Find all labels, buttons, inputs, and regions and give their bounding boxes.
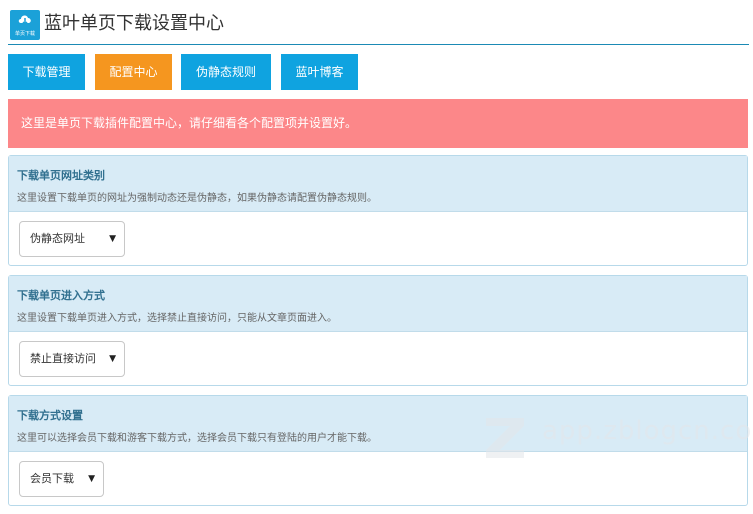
tab-rewrite-rules[interactable]: 伪静态规则 <box>181 54 271 90</box>
panel-header: 下载方式设置 这里可以选择会员下载和游客下载方式，选择会员下载只有登陆的用户才能… <box>9 396 747 452</box>
panel-description: 这里设置下载单页的网址为强制动态还是伪静态，如果伪静态请配置伪静态规则。 <box>17 193 377 204</box>
panel-title: 下载单页进入方式 <box>17 289 105 302</box>
select-value: 禁止直接访问 <box>30 352 96 365</box>
tab-blog[interactable]: 蓝叶博客 <box>281 54 358 90</box>
panel-entry-mode: 下载单页进入方式 这里设置下载单页进入方式，选择禁止直接访问，只能从文章页面进入… <box>8 275 748 386</box>
panel-title: 下载单页网址类别 <box>17 169 105 182</box>
select-value: 会员下载 <box>30 472 74 485</box>
select-value: 伪静态网址 <box>30 232 85 245</box>
caret-down-icon: ▼ <box>88 474 95 484</box>
caret-down-icon: ▼ <box>109 354 116 364</box>
caret-down-icon: ▼ <box>109 234 116 244</box>
info-alert: 这里是单页下载插件配置中心，请仔细看各个配置项并设置好。 <box>8 99 748 148</box>
panel-description: 这里可以选择会员下载和游客下载方式，选择会员下载只有登陆的用户才能下载。 <box>17 433 377 444</box>
logo-text: 单页下载 <box>14 31 35 37</box>
panel-title: 下载方式设置 <box>17 409 83 422</box>
tab-download-manage[interactable]: 下载管理 <box>8 54 85 90</box>
panel-header: 下载单页进入方式 这里设置下载单页进入方式，选择禁止直接访问，只能从文章页面进入… <box>9 276 747 332</box>
page-title: 蓝叶单页下载设置中心 <box>44 13 224 34</box>
panel-url-type: 下载单页网址类别 这里设置下载单页的网址为强制动态还是伪静态，如果伪静态请配置伪… <box>8 155 748 266</box>
app-logo: 单页下载 <box>10 10 40 40</box>
page-header: 单页下载 蓝叶单页下载设置中心 <box>8 8 749 45</box>
tab-config-center[interactable]: 配置中心 <box>95 54 172 90</box>
panel-header: 下载单页网址类别 这里设置下载单页的网址为强制动态还是伪静态，如果伪静态请配置伪… <box>9 156 747 212</box>
cloud-download-icon <box>18 15 31 26</box>
entry-mode-select[interactable]: 禁止直接访问 ▼ <box>19 341 125 377</box>
url-type-select[interactable]: 伪静态网址 ▼ <box>19 221 125 257</box>
download-mode-select[interactable]: 会员下载 ▼ <box>19 461 104 497</box>
panel-download-mode: 下载方式设置 这里可以选择会员下载和游客下载方式，选择会员下载只有登陆的用户才能… <box>8 395 748 506</box>
panel-description: 这里设置下载单页进入方式，选择禁止直接访问，只能从文章页面进入。 <box>17 313 337 324</box>
